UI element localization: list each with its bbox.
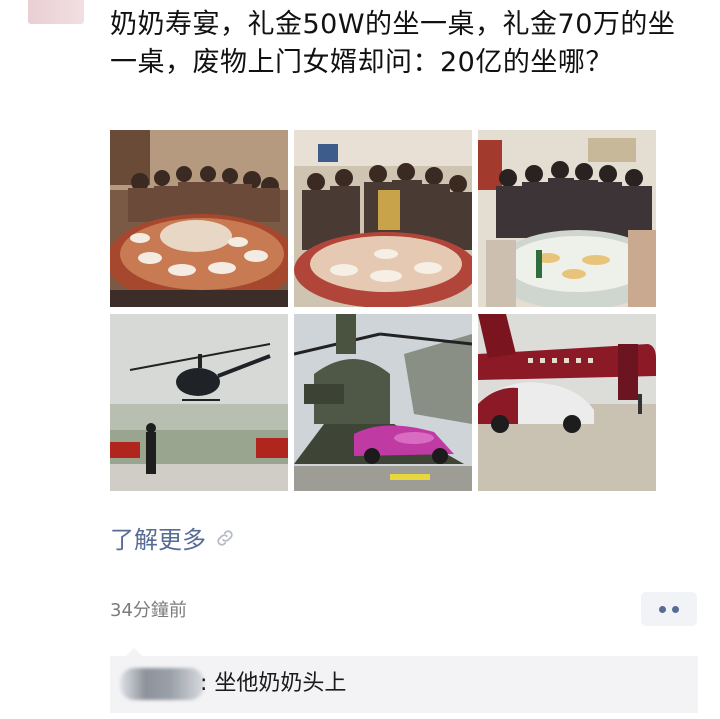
helicopter-photo[interactable] <box>110 314 288 491</box>
comment-area: : 坐他奶奶头上 <box>110 648 698 713</box>
photo-grid <box>110 130 656 491</box>
post-timestamp: 34分鐘前 <box>110 600 187 621</box>
comment-text: : 坐他奶奶头上 <box>200 671 347 696</box>
link-icon <box>217 529 233 546</box>
dot-icon <box>672 605 679 613</box>
learn-more-label: 了解更多 <box>110 526 206 554</box>
post-text: 奶奶寿宴，礼金50W的坐一桌，礼金70万的坐一桌，废物上门女婿却问：20亿的坐哪… <box>110 9 676 78</box>
banquet-photo-2[interactable] <box>294 130 472 307</box>
banquet-photo-1[interactable] <box>110 130 288 307</box>
post-actions-button[interactable] <box>641 592 697 626</box>
author-avatar-blurred[interactable] <box>28 0 84 24</box>
learn-more-link[interactable]: 了解更多 <box>110 520 236 555</box>
dot-icon <box>659 605 666 613</box>
chinook-car-photo[interactable] <box>294 314 472 491</box>
commenter-name-blurred[interactable] <box>120 668 204 700</box>
banquet-photo-3[interactable] <box>478 130 656 307</box>
jet-car-photo[interactable] <box>478 314 656 491</box>
